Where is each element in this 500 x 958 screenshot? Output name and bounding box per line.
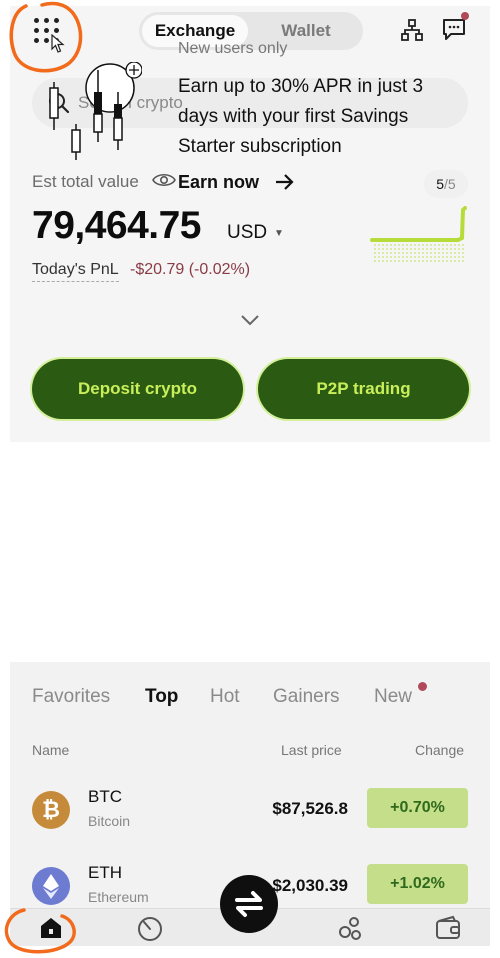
mouse-cursor-icon xyxy=(51,34,65,53)
coin-change[interactable]: +1.02% xyxy=(367,864,468,904)
coin-name: Ethereum xyxy=(88,889,149,905)
total-value: 79,464.75 xyxy=(32,204,202,247)
coin-symbol: BTC xyxy=(88,787,122,806)
arrow-right-icon[interactable] xyxy=(274,172,296,192)
deposit-crypto-button[interactable]: Deposit crypto xyxy=(32,359,243,419)
pager-current: 5 xyxy=(436,176,445,192)
swap-icon xyxy=(235,891,263,917)
ethereum-icon xyxy=(32,867,70,905)
col-name: Name xyxy=(32,742,70,758)
app-frame: Exchange Wallet Est total value 79,464.7… xyxy=(10,6,490,946)
coin-price: $87,526.8 xyxy=(272,799,348,818)
p2p-trading-button[interactable]: P2P trading xyxy=(258,359,469,419)
ethereum-diamond-icon xyxy=(43,874,59,899)
pnl-label[interactable]: Today's PnL xyxy=(32,261,119,282)
col-change[interactable]: Change xyxy=(415,742,464,758)
coin-name: Bitcoin xyxy=(88,813,131,829)
est-total-label: Est total value xyxy=(32,172,139,191)
tab-new[interactable]: New xyxy=(374,686,412,708)
balance-sparkline xyxy=(370,206,467,262)
pager-total: /5 xyxy=(444,176,456,192)
coin-change[interactable]: +0.70% xyxy=(367,788,468,828)
chevron-down-icon[interactable] xyxy=(240,314,260,326)
new-tab-dot xyxy=(418,682,427,691)
wallet-icon[interactable] xyxy=(434,915,462,941)
promo-card[interactable] xyxy=(10,442,490,672)
network-tree-icon[interactable] xyxy=(400,18,424,42)
candlestick-illustration xyxy=(49,62,142,160)
tab-gainers[interactable]: Gainers xyxy=(273,686,340,708)
eye-icon[interactable] xyxy=(152,171,176,189)
tab-hot[interactable]: Hot xyxy=(210,686,240,708)
notification-dot xyxy=(461,12,469,20)
promo-pager: 5/5 xyxy=(424,170,468,198)
earn-now-link[interactable]: Earn now xyxy=(178,172,259,193)
tab-favorites[interactable]: Favorites xyxy=(32,686,110,708)
coin-price: $2,030.39 xyxy=(272,876,348,895)
caret-down-icon[interactable]: ▼ xyxy=(274,228,284,239)
promo-tag: New users only xyxy=(178,40,288,57)
coin-symbol: ETH xyxy=(88,863,122,882)
home-icon[interactable] xyxy=(38,915,64,941)
bitcoin-icon: ₿ xyxy=(32,791,70,829)
trade-button[interactable] xyxy=(220,875,278,933)
currency-selector[interactable]: USD xyxy=(227,222,267,244)
tab-top[interactable]: Top xyxy=(145,686,178,708)
discover-icon[interactable] xyxy=(337,915,363,941)
col-last-price[interactable]: Last price xyxy=(281,742,342,758)
markets-icon[interactable] xyxy=(136,915,164,943)
pnl-value: -$20.79 (-0.02%) xyxy=(130,261,251,278)
promo-text: Earn up to 30% APR in just 3 days with y… xyxy=(178,76,424,157)
